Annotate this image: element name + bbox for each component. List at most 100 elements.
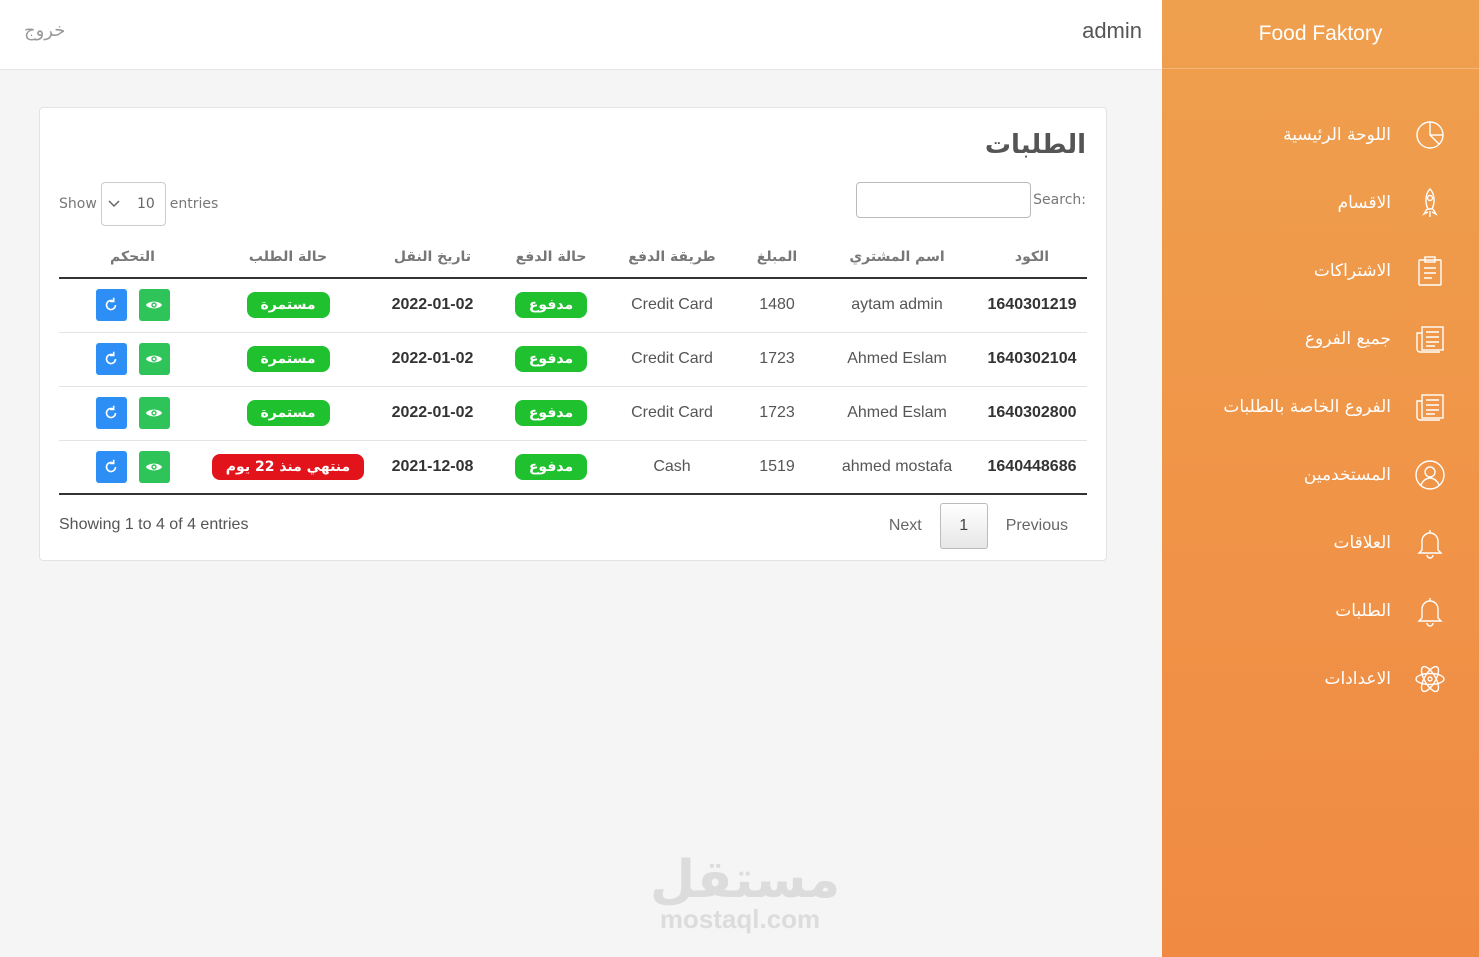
order-code: 1640448686 bbox=[977, 440, 1087, 495]
sidebar-item-label: الاقسام bbox=[1337, 193, 1391, 213]
view-button[interactable] bbox=[138, 289, 170, 322]
row-actions bbox=[59, 450, 206, 483]
column-header-buyer[interactable]: اسم المشتري bbox=[817, 236, 977, 279]
user-icon bbox=[1413, 458, 1447, 492]
order-status-badge: مستمرة bbox=[246, 400, 330, 426]
order-status-badge: مستمرة bbox=[246, 346, 330, 372]
eye-icon bbox=[145, 463, 163, 471]
table-row: 1640302104 Ahmed Eslam 1723 Credit Card مدفو… bbox=[59, 332, 1087, 387]
column-header-amount[interactable]: المبلغ bbox=[737, 236, 817, 279]
buyer-name: Ahmed Eslam bbox=[817, 332, 977, 387]
refresh-button[interactable] bbox=[95, 343, 127, 375]
view-button[interactable] bbox=[138, 397, 170, 429]
pagination: Previous 1 Next bbox=[871, 503, 1086, 549]
sidebar-item-settings[interactable]: الاعدادات bbox=[1162, 645, 1479, 713]
sidebar-item-label: العلاقات bbox=[1333, 533, 1391, 553]
search-input[interactable] bbox=[856, 182, 1032, 218]
sidebar-item-relations[interactable]: العلاقات bbox=[1162, 509, 1479, 577]
column-header-order-status[interactable]: حالة الطلب bbox=[206, 236, 370, 279]
sidebar-item-label: المستخدمين bbox=[1303, 465, 1391, 485]
order-status-cell: مستمرة bbox=[206, 278, 370, 333]
sidebar-item-dashboard[interactable]: اللوحة الرئيسية bbox=[1162, 101, 1479, 169]
column-header-payment-method[interactable]: طريقة الدفع bbox=[607, 236, 737, 279]
sidebar-item-subscriptions[interactable]: الاشتراكات bbox=[1162, 237, 1479, 305]
eye-icon bbox=[145, 301, 163, 309]
pie-chart-icon bbox=[1413, 118, 1447, 152]
entries-select[interactable]: 10 bbox=[100, 182, 166, 226]
table-row: 1640448686 ahmed mostafa 1519 Cash مدفوع 2021… bbox=[59, 440, 1087, 495]
refresh-icon bbox=[105, 459, 117, 473]
column-header-actions[interactable]: التحكم bbox=[59, 236, 206, 279]
payment-status-badge: مدفوع bbox=[514, 453, 588, 480]
table-row: 1640302800 Ahmed Eslam 1723 Credit Card مدفو… bbox=[59, 386, 1087, 441]
actions-cell bbox=[59, 332, 206, 387]
buyer-name: aytam admin bbox=[817, 278, 977, 333]
next-button[interactable]: Next bbox=[871, 517, 940, 535]
page-1-button[interactable]: 1 bbox=[939, 503, 988, 549]
row-actions bbox=[59, 397, 206, 429]
payment-status-cell: مدفوع bbox=[495, 440, 607, 495]
payment-status-badge: مدفوع bbox=[514, 400, 588, 426]
table-info: Showing 1 to 4 of 4 entries bbox=[59, 516, 249, 533]
search-label: Search: bbox=[1033, 192, 1086, 208]
refresh-button[interactable] bbox=[95, 397, 127, 429]
watermark: مستقل mostaql.com bbox=[650, 850, 841, 935]
payment-status-cell: مدفوع bbox=[495, 278, 607, 333]
refresh-icon bbox=[105, 298, 117, 311]
search-control: Search: bbox=[856, 182, 1086, 218]
actions-cell bbox=[59, 440, 206, 495]
sidebar-item-all-branches[interactable]: جميع الفروع bbox=[1162, 305, 1479, 373]
sidebar-item-orders[interactable]: الطلبات bbox=[1162, 577, 1479, 645]
column-header-payment-status[interactable]: حالة الدفع bbox=[495, 236, 607, 279]
sidebar-item-label: الطلبات bbox=[1335, 601, 1391, 621]
sidebar-nav: اللوحة الرئيسية الاقسام الاشتراكات جميع … bbox=[1162, 69, 1479, 713]
view-button[interactable] bbox=[138, 450, 170, 483]
logout-link[interactable]: خروج bbox=[24, 20, 65, 41]
payment-status-cell: مدفوع bbox=[495, 332, 607, 387]
actions-cell bbox=[59, 386, 206, 441]
sidebar-item-label: الاعدادات bbox=[1324, 669, 1391, 689]
brand-title[interactable]: Food Faktory bbox=[1162, 0, 1479, 69]
watermark-arabic: مستقل bbox=[650, 850, 841, 910]
order-amount: 1480 bbox=[737, 278, 817, 333]
eye-icon bbox=[145, 355, 163, 363]
entries-label: entries bbox=[169, 196, 219, 212]
eye-icon bbox=[145, 409, 163, 417]
order-amount: 1519 bbox=[737, 440, 817, 495]
sidebar-item-users[interactable]: المستخدمين bbox=[1162, 441, 1479, 509]
refresh-button[interactable] bbox=[95, 450, 127, 483]
sidebar-item-sections[interactable]: الاقسام bbox=[1162, 169, 1479, 237]
user-name[interactable]: admin bbox=[1082, 18, 1142, 44]
sidebar-item-label: جميع الفروع bbox=[1304, 329, 1391, 349]
order-status-cell: مستمرة bbox=[206, 386, 370, 441]
order-status-cell: منتهي منذ 22 يوم bbox=[206, 440, 370, 495]
order-status-badge: منتهي منذ 22 يوم bbox=[211, 453, 365, 480]
show-label: Show bbox=[59, 196, 97, 212]
view-button[interactable] bbox=[138, 343, 170, 375]
newspaper-icon bbox=[1413, 390, 1447, 424]
entries-value: 10 bbox=[136, 196, 155, 212]
payment-method: Credit Card bbox=[607, 278, 737, 333]
sidebar-item-order-branches[interactable]: الفروع الخاصة بالطلبات bbox=[1162, 373, 1479, 441]
column-header-transfer-date[interactable]: تاريخ النقل bbox=[370, 236, 495, 279]
order-code: 1640301219 bbox=[977, 278, 1087, 333]
row-actions bbox=[59, 289, 206, 322]
table-header-row: الكود اسم المشتري المبلغ طريقة الدفع حال… bbox=[59, 236, 1087, 279]
sidebar-item-label: الاشتراكات bbox=[1313, 261, 1391, 281]
watermark-latin: mostaql.com bbox=[659, 904, 821, 934]
refresh-icon bbox=[105, 405, 117, 419]
previous-button[interactable]: Previous bbox=[988, 517, 1086, 535]
orders-table: الكود اسم المشتري المبلغ طريقة الدفع حال… bbox=[59, 236, 1087, 495]
buyer-name: ahmed mostafa bbox=[817, 440, 977, 495]
bell-icon bbox=[1413, 594, 1447, 628]
order-amount: 1723 bbox=[737, 386, 817, 441]
chevron-down-icon bbox=[108, 196, 120, 212]
refresh-button[interactable] bbox=[95, 289, 127, 322]
actions-cell bbox=[59, 278, 206, 333]
column-header-code[interactable]: الكود bbox=[977, 236, 1087, 279]
orders-card: الطلبات Show 10 entries Search: الكود اس… bbox=[39, 107, 1107, 561]
order-status-cell: مستمرة bbox=[206, 332, 370, 387]
transfer-date: 2022-01-02 bbox=[370, 386, 495, 441]
atom-icon bbox=[1413, 662, 1447, 696]
bell-icon bbox=[1413, 526, 1447, 560]
